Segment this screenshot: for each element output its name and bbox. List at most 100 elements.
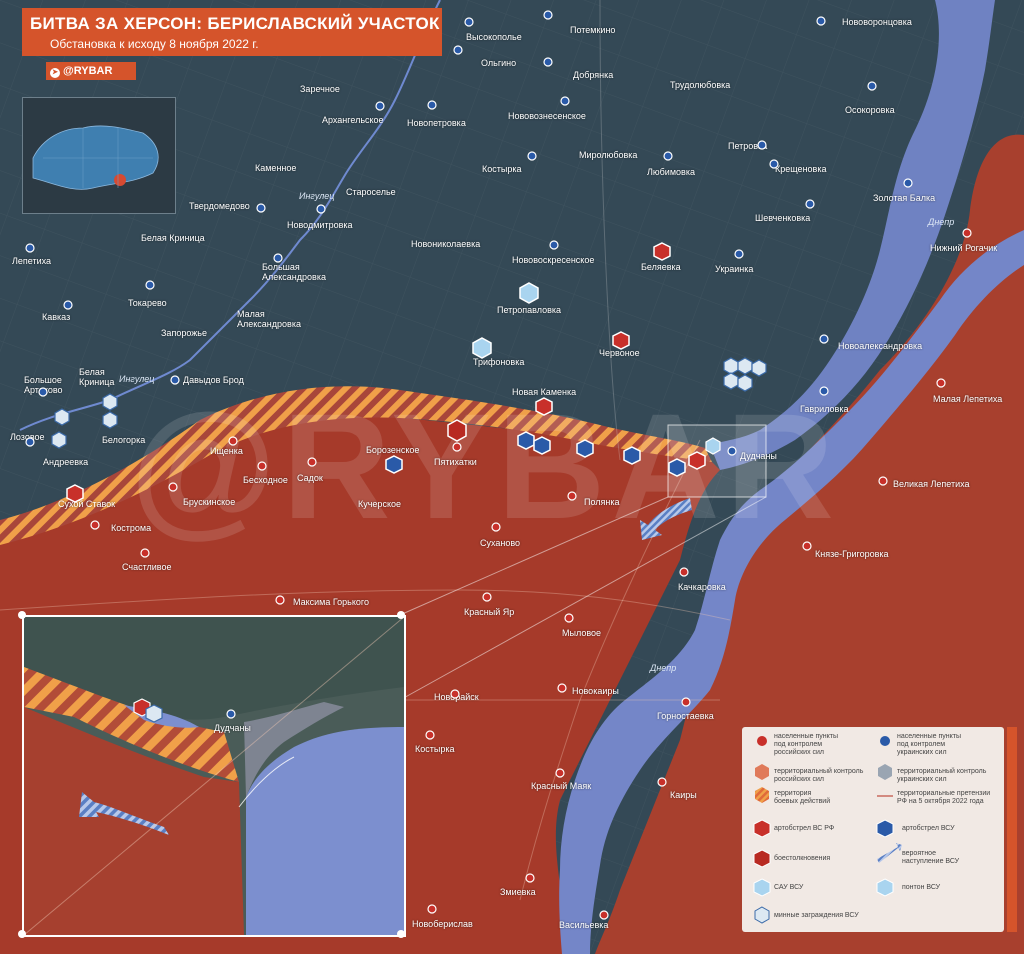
artillery-red-icon	[753, 819, 771, 838]
place-rus[interactable]: Беляевка	[641, 262, 681, 272]
place-rus[interactable]: Красный Маяк	[531, 781, 591, 791]
place-rus[interactable]: Садок	[297, 473, 323, 483]
place-ukr[interactable]: Каменное	[255, 163, 296, 173]
place-ukr[interactable]: Белогорка	[102, 435, 145, 445]
place-ukr[interactable]: Нововознесенское	[508, 111, 586, 121]
river-label: Днепр	[928, 217, 955, 227]
legend-label: территориальный контроль украинских сил	[897, 768, 987, 783]
place-ukr[interactable]: Большое Артаково	[24, 375, 79, 395]
place-ukr[interactable]: Новоалександровка	[838, 341, 922, 351]
place-rus[interactable]: Великая Лепетиха	[893, 479, 970, 489]
brand-tag[interactable]: ➤ @RYBAR	[46, 62, 136, 80]
place-rus[interactable]: Качкаровка	[678, 582, 726, 592]
river-label: Днепр	[650, 663, 677, 673]
place-ukr[interactable]: Лозовое	[10, 432, 45, 442]
place-rus[interactable]: Новоберислав	[412, 919, 473, 929]
resize-handle[interactable]	[18, 930, 26, 938]
hex-hatched-icon	[755, 787, 769, 803]
place-ukr[interactable]: Золотая Балка	[873, 193, 935, 203]
place-rus[interactable]: Васильевка	[559, 920, 608, 930]
place-ukr[interactable]: Украинка	[715, 264, 753, 274]
place-ukr[interactable]: Нововоскресенское	[512, 255, 594, 265]
place-ukr[interactable]: Новая Каменка	[512, 387, 576, 397]
legend-label: вероятное наступление ВСУ	[902, 850, 960, 865]
place-rus[interactable]: Красный Яр	[464, 607, 514, 617]
place-ukr[interactable]: Петровка	[728, 141, 767, 151]
place-rus[interactable]: Кострома	[111, 523, 151, 533]
place-rus[interactable]: Брускинское	[183, 497, 235, 507]
place-rus[interactable]: Сухой Ставок	[58, 499, 115, 509]
place-ukr[interactable]: Большая Александровка	[262, 262, 362, 282]
place-rus[interactable]: Князе-Григоровка	[815, 549, 889, 559]
place-ukr[interactable]: Новониколаевка	[411, 239, 480, 249]
place-ukr[interactable]: Белая Криница	[79, 367, 124, 387]
inset-map[interactable]: Дудчаны	[22, 615, 406, 937]
legend-label: артобстрел ВСУ	[902, 825, 955, 832]
place-rus[interactable]: Малая Лепетиха	[933, 394, 1002, 404]
place-ukr[interactable]: Добрянка	[573, 70, 613, 80]
place-ukr[interactable]: Костырка	[482, 164, 522, 174]
place-ukr[interactable]: Ольгино	[481, 58, 516, 68]
place-rus[interactable]: Новокаиры	[572, 686, 619, 696]
place-rus[interactable]: Червоное	[599, 348, 640, 358]
legend-label: территориальный контроль российских сил	[774, 768, 864, 783]
place-rus[interactable]: Кучерское	[358, 499, 401, 509]
place-rus[interactable]: Полянка	[584, 497, 620, 507]
place-ukr[interactable]: Новопетровка	[407, 118, 466, 128]
place-rus[interactable]: Костырка	[415, 744, 455, 754]
place-rus[interactable]: Бесходное	[243, 475, 288, 485]
place-rus[interactable]: Каиры	[670, 790, 697, 800]
place-ukr[interactable]: Архангельское	[322, 115, 384, 125]
pontoon-icon	[876, 878, 894, 897]
hex-gray-icon	[878, 764, 892, 780]
place-ukr[interactable]: Новодмитровка	[287, 220, 353, 230]
place-ukr[interactable]: Крещеновка	[775, 164, 826, 174]
place-ukr[interactable]: Дудчаны	[740, 451, 777, 461]
place-rus[interactable]: Мыловое	[562, 628, 601, 638]
place-rus[interactable]: Ищенка	[210, 446, 243, 456]
place-ukr[interactable]: Трудолюбовка	[670, 80, 730, 90]
legend-label: понтон ВСУ	[902, 884, 941, 891]
resize-handle[interactable]	[397, 611, 405, 619]
place-ukr[interactable]: Твердомедово	[189, 201, 250, 211]
resize-handle[interactable]	[397, 930, 405, 938]
place-ukr[interactable]: Андреевка	[43, 457, 88, 467]
place-rus[interactable]: Пятихатки	[434, 457, 477, 467]
place-rus[interactable]: Счастливое	[122, 562, 172, 572]
legend-label: населенные пункты под контролем украинск…	[897, 733, 962, 756]
place-ukr[interactable]: Заречное	[300, 84, 340, 94]
place-ukr[interactable]: Миролюбовка	[579, 150, 637, 160]
legend-label: артобстрел ВС РФ	[774, 825, 835, 832]
place-ukr[interactable]: Малая Александровка	[237, 309, 317, 329]
legend: населенные пункты под контролем российск…	[742, 727, 1004, 932]
place-ukr[interactable]: Давыдов Брод	[183, 375, 244, 385]
place-ukr[interactable]: Кавказ	[42, 312, 70, 322]
place-ukr[interactable]: Токарево	[128, 298, 167, 308]
place-ukr[interactable]: Гавриловка	[800, 404, 848, 414]
resize-handle[interactable]	[18, 611, 26, 619]
place-ukr[interactable]: Запорожье	[161, 328, 207, 338]
place-rus[interactable]: Новорайск	[434, 692, 479, 702]
telegram-icon: ➤	[50, 68, 60, 78]
place-rus[interactable]: Максима Горького	[293, 597, 369, 607]
place-rus[interactable]: Змиевка	[500, 887, 536, 897]
place-ukr[interactable]: Белая Криница	[141, 233, 205, 243]
place-ukr[interactable]: Осокоровка	[845, 105, 895, 115]
place-ukr[interactable]: Нововоронцовка	[842, 17, 912, 27]
place-ukr[interactable]: Любимовка	[647, 167, 695, 177]
legend-label: боестолкновения	[774, 855, 831, 862]
sau-icon	[753, 878, 771, 897]
place-ukr[interactable]: Шевченковка	[755, 213, 810, 223]
place-ukr[interactable]: Потемкино	[570, 25, 615, 35]
map[interactable]: @RYBAR БИТВА ЗА ХЕРСОН: БЕРИСЛАВСКИЙ УЧА…	[0, 0, 1024, 954]
place-rus[interactable]: Горностаевка	[657, 711, 714, 721]
place-ukr[interactable]: Трифоновка	[473, 357, 524, 367]
place-ukr[interactable]: Петропавловка	[497, 305, 561, 315]
watermark: @RYBAR	[130, 382, 841, 550]
place-rus[interactable]: Нижний Рогачик	[930, 243, 997, 253]
place-ukr[interactable]: Лепетиха	[12, 256, 51, 266]
place-ukr[interactable]: Высокополье	[466, 32, 522, 42]
place-ukr[interactable]: Староселье	[346, 187, 396, 197]
place-rus[interactable]: Суханово	[480, 538, 520, 548]
place-ukr[interactable]: Борозенское	[366, 445, 419, 455]
